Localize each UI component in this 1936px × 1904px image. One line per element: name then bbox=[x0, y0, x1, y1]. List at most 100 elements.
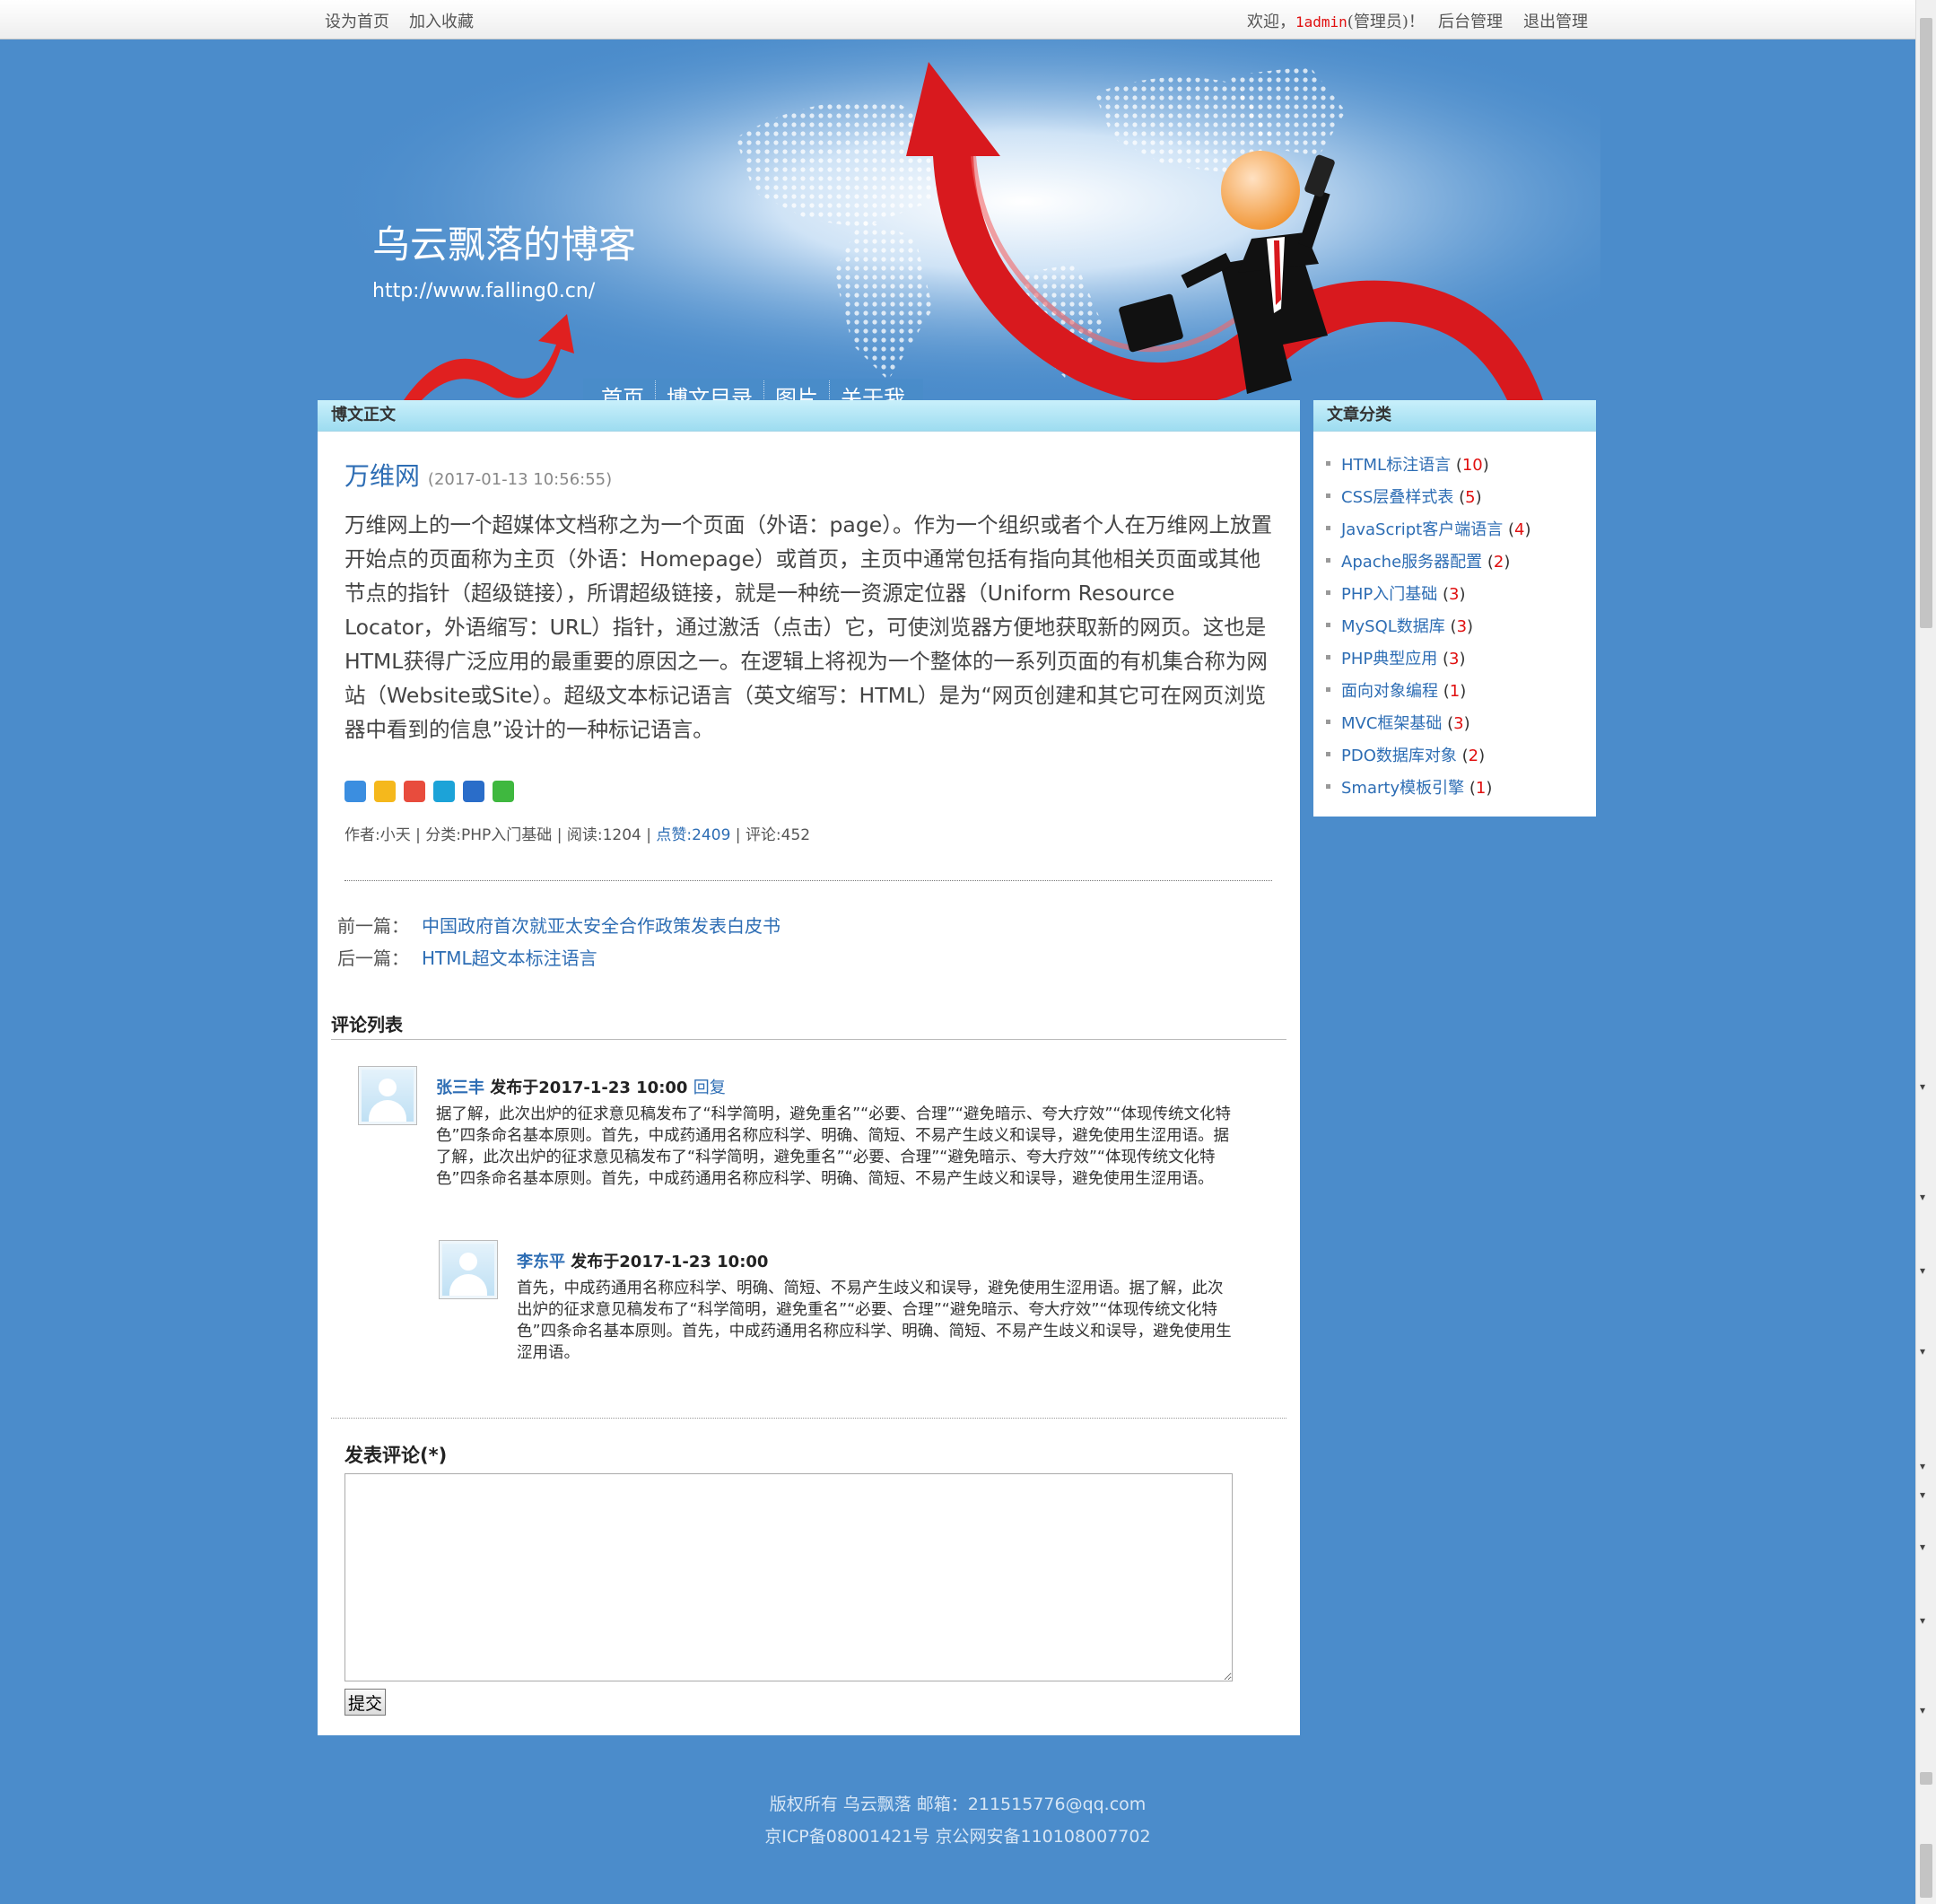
vertical-scrollbar[interactable]: ▾ ▾ ▾ ▾ ▾ ▾ ▾ ▾ ▾ bbox=[1915, 0, 1936, 1904]
meta-sep: | bbox=[641, 826, 657, 844]
category-sidebar: 文章分类 HTML标注语言 (10) CSS层叠样式表 (5) JavaScri… bbox=[1313, 400, 1596, 817]
reply-link[interactable]: 回复 bbox=[693, 1079, 726, 1097]
set-home-link[interactable]: 设为首页 bbox=[325, 9, 389, 32]
category-link[interactable]: PDO数据库对象 bbox=[1341, 747, 1457, 765]
meta-sep: | bbox=[552, 826, 567, 844]
article-panel: 博文正文 万维网 (2017-01-13 10:56:55) 万维网上的一个超媒… bbox=[318, 400, 1300, 1735]
meta-category: 分类:PHP入门基础 bbox=[425, 826, 553, 844]
category-link[interactable]: JavaScript客户端语言 bbox=[1341, 520, 1503, 539]
scrollbar-thumb[interactable] bbox=[1920, 1844, 1932, 1898]
top-bar: 设为首页 加入收藏 欢迎，1admin(管理员)！ 后台管理 退出管理 bbox=[0, 0, 1915, 39]
divider bbox=[331, 1039, 1286, 1040]
chevron-down-icon[interactable]: ▾ bbox=[1920, 1192, 1925, 1202]
next-article-link[interactable]: HTML超文本标注语言 bbox=[422, 948, 597, 969]
article-body: 万维网上的一个超媒体文档称之为一个页面（外语：page）。作为一个组织或者个人在… bbox=[344, 512, 1272, 742]
footer-icp: 京ICP备08001421号 京公网安备110108007702 bbox=[764, 1827, 1151, 1847]
comment-author[interactable]: 李东平 bbox=[517, 1253, 565, 1271]
chevron-down-icon[interactable]: ▾ bbox=[1920, 1489, 1925, 1500]
banner-illustration bbox=[318, 39, 1600, 400]
chevron-down-icon[interactable]: ▾ bbox=[1920, 1081, 1925, 1092]
submit-button[interactable]: 提交 bbox=[344, 1689, 387, 1716]
category-count: 2 bbox=[1493, 553, 1504, 572]
chevron-down-icon[interactable]: ▾ bbox=[1920, 1346, 1925, 1357]
prev-label: 前一篇： bbox=[337, 915, 409, 937]
category-link[interactable]: 面向对象编程 bbox=[1341, 682, 1438, 701]
category-link[interactable]: CSS层叠样式表 bbox=[1341, 488, 1453, 507]
comment-textarea[interactable] bbox=[344, 1473, 1233, 1681]
share-weibo-icon[interactable] bbox=[404, 781, 425, 802]
scrollbar-thumb[interactable] bbox=[1920, 1772, 1932, 1785]
category-count: 10 bbox=[1461, 456, 1483, 475]
share-renren-icon[interactable] bbox=[463, 781, 484, 802]
category-item: PHP入门基础 (3) bbox=[1326, 581, 1530, 614]
chevron-down-icon[interactable]: ▾ bbox=[1920, 1615, 1925, 1626]
chevron-down-icon[interactable]: ▾ bbox=[1920, 1542, 1925, 1552]
share-tqq-icon[interactable] bbox=[433, 781, 455, 802]
divider bbox=[331, 1418, 1286, 1419]
meta-comments: 评论:452 bbox=[745, 826, 811, 844]
category-link[interactable]: HTML标注语言 bbox=[1341, 456, 1451, 475]
comments-title: 评论列表 bbox=[331, 1014, 403, 1035]
category-link[interactable]: MySQL数据库 bbox=[1341, 617, 1445, 636]
category-item: MVC框架基础 (3) bbox=[1326, 711, 1530, 743]
meta-reads: 阅读:1204 bbox=[566, 826, 641, 844]
chevron-down-icon[interactable]: ▾ bbox=[1920, 1461, 1925, 1472]
comment-time: 发布于2017-1-23 10:00 bbox=[571, 1253, 769, 1271]
welcome-suffix: (管理员)！ bbox=[1347, 13, 1425, 31]
category-link[interactable]: PHP入门基础 bbox=[1341, 585, 1437, 604]
category-count: 3 bbox=[1449, 650, 1460, 668]
prev-article: 前一篇： 中国政府首次就亚太安全合作政策发表白皮书 bbox=[337, 912, 781, 938]
share-bar bbox=[344, 781, 514, 802]
category-item: HTML标注语言 (10) bbox=[1326, 452, 1530, 485]
avatar bbox=[439, 1240, 498, 1299]
category-item: Smarty模板引擎 (1) bbox=[1326, 775, 1530, 808]
article-panel-title: 博文正文 bbox=[318, 400, 1300, 432]
share-more-icon[interactable] bbox=[344, 781, 366, 802]
category-list: HTML标注语言 (10) CSS层叠样式表 (5) JavaScript客户端… bbox=[1326, 452, 1530, 808]
meta-sep: | bbox=[410, 826, 426, 844]
blog-title: 乌云飘落的博客 bbox=[372, 223, 637, 266]
welcome-prefix: 欢迎， bbox=[1247, 13, 1295, 31]
scrollbar-thumb[interactable] bbox=[1920, 18, 1932, 628]
article-title[interactable]: 万维网 bbox=[344, 461, 420, 491]
category-count: 5 bbox=[1465, 488, 1476, 507]
share-qzone-icon[interactable] bbox=[374, 781, 396, 802]
article-meta: 作者:小天 | 分类:PHP入门基础 | 阅读:1204 | 点赞:2409 |… bbox=[344, 822, 810, 844]
welcome-text: 欢迎，1admin(管理员)！ bbox=[1247, 9, 1425, 32]
logout-link[interactable]: 退出管理 bbox=[1523, 9, 1588, 32]
category-count: 3 bbox=[1456, 617, 1468, 636]
comment-text: 首先，中成药通用名称应科学、明确、简短、不易产生歧义和误导，避免使用生涩用语。据… bbox=[517, 1280, 1232, 1362]
share-wechat-icon[interactable] bbox=[493, 781, 514, 802]
blog-url: http://www.falling0.cn/ bbox=[372, 280, 596, 302]
post-comment-title: 发表评论(*) bbox=[344, 1445, 448, 1466]
comment-text: 据了解，此次出炉的征求意见稿发布了“科学简明，避免重名”“必要、合理”“避免暗示… bbox=[436, 1105, 1231, 1188]
category-link[interactable]: MVC框架基础 bbox=[1341, 714, 1442, 733]
category-link[interactable]: Apache服务器配置 bbox=[1341, 553, 1482, 572]
admin-name: 1admin bbox=[1295, 13, 1347, 31]
comment-author[interactable]: 张三丰 bbox=[436, 1079, 484, 1097]
category-count: 1 bbox=[1449, 682, 1461, 701]
chevron-down-icon[interactable]: ▾ bbox=[1920, 1265, 1925, 1276]
nav-pictures[interactable]: 图片 bbox=[763, 380, 829, 400]
category-count: 3 bbox=[1449, 585, 1460, 604]
backend-link[interactable]: 后台管理 bbox=[1438, 9, 1503, 32]
add-favorite-link[interactable]: 加入收藏 bbox=[409, 9, 474, 32]
like-button[interactable]: 点赞:2409 bbox=[656, 826, 730, 844]
prev-article-link[interactable]: 中国政府首次就亚太安全合作政策发表白皮书 bbox=[422, 915, 781, 937]
category-count: 1 bbox=[1475, 779, 1487, 798]
avatar bbox=[358, 1066, 417, 1125]
banner: 乌云飘落的博客 http://www.falling0.cn/ 首页 博文目录 … bbox=[0, 39, 1915, 400]
nav-article-list[interactable]: 博文目录 bbox=[655, 380, 763, 400]
meta-sep: | bbox=[730, 826, 746, 844]
category-item: PDO数据库对象 (2) bbox=[1326, 743, 1530, 775]
comment-time: 发布于2017-1-23 10:00 bbox=[490, 1079, 688, 1097]
next-article: 后一篇： HTML超文本标注语言 bbox=[337, 944, 597, 970]
category-item: PHP典型应用 (3) bbox=[1326, 646, 1530, 678]
chevron-down-icon[interactable]: ▾ bbox=[1920, 1705, 1925, 1716]
category-link[interactable]: Smarty模板引擎 bbox=[1341, 779, 1464, 798]
article-title-row: 万维网 (2017-01-13 10:56:55) bbox=[344, 457, 612, 493]
category-link[interactable]: PHP典型应用 bbox=[1341, 650, 1437, 668]
nav-about[interactable]: 关于我 bbox=[829, 380, 916, 400]
comment-header: 李东平 发布于2017-1-23 10:00 bbox=[517, 1249, 768, 1272]
nav-home[interactable]: 首页 bbox=[590, 380, 655, 401]
